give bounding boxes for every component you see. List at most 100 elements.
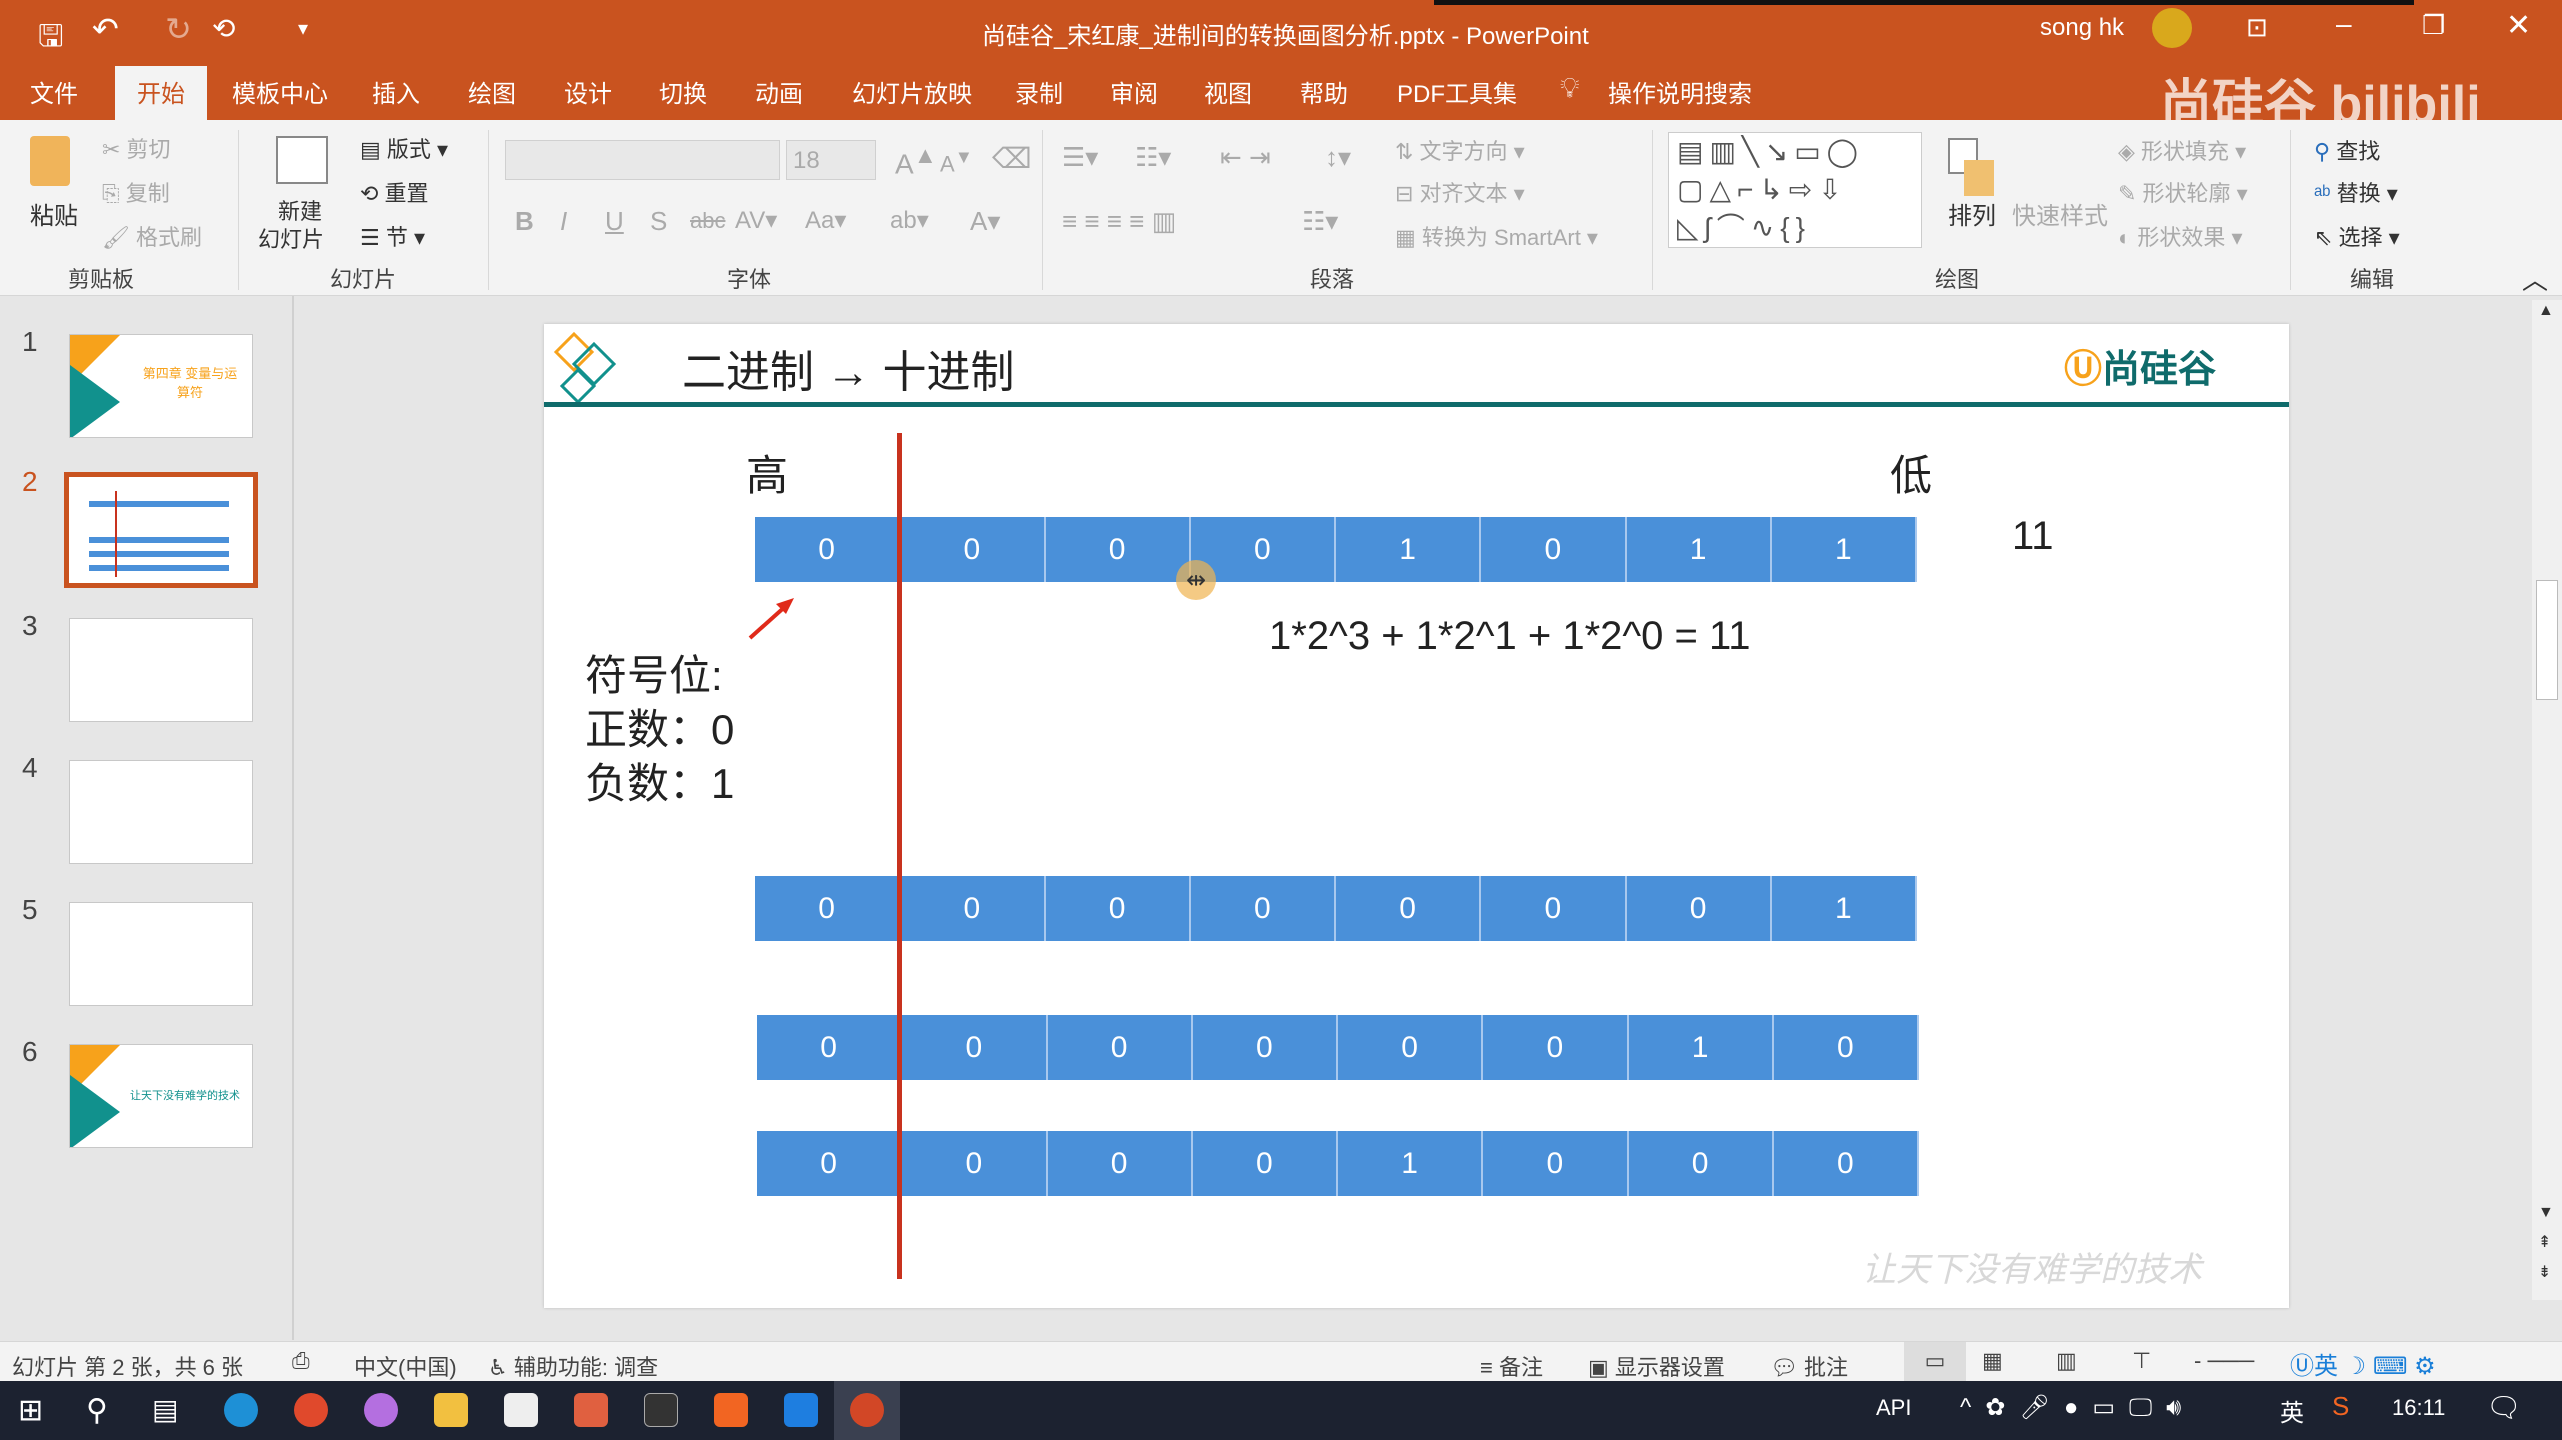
text-direction-button[interactable]: ⇅ 文字方向 ▾: [1395, 134, 1525, 166]
bit-row[interactable]: 00001011: [755, 517, 1917, 582]
collapse-ribbon-icon[interactable]: ︿: [2522, 260, 2548, 297]
ime-toolbar[interactable]: Ⓤ英 ☽ ⌨ ⚙: [2290, 1346, 2436, 1381]
terminal-icon[interactable]: [644, 1393, 678, 1427]
edge-icon[interactable]: [224, 1393, 258, 1427]
tab-review[interactable]: 审阅: [1110, 74, 1158, 109]
smartart-button[interactable]: ▦ 转换为 SmartArt ▾: [1395, 220, 1598, 252]
spellcheck-icon[interactable]: ⎙: [292, 1348, 310, 1374]
bit-cell[interactable]: 0: [757, 1131, 903, 1196]
chrome-icon[interactable]: [294, 1393, 328, 1427]
align-icons[interactable]: ≡ ≡ ≡ ≡ ▥: [1062, 206, 1176, 237]
bit-cell[interactable]: 0: [1481, 876, 1627, 941]
clock[interactable]: 16:11: [2392, 1395, 2445, 1421]
bit-cell[interactable]: 0: [1481, 517, 1627, 582]
line-spacing-icon[interactable]: ↕▾: [1325, 142, 1351, 173]
paste-button[interactable]: 粘贴: [30, 196, 78, 231]
slide-thumbnail-3[interactable]: [69, 618, 253, 722]
user-name[interactable]: song hk: [2040, 14, 2124, 42]
align-text-button[interactable]: ⊟ 对齐文本 ▾: [1395, 176, 1525, 208]
bit-cell[interactable]: 0: [1047, 1015, 1193, 1080]
reset-button[interactable]: ⟲ 重置: [360, 176, 429, 208]
bit-cell[interactable]: 1: [1628, 1015, 1774, 1080]
change-case-icon[interactable]: Aa▾: [805, 206, 846, 235]
shapes-gallery[interactable]: ▤▥╲↘▭◯ ▢△⌐↳⇨⇩ ◺ʃ⌒∿{}: [1668, 132, 1922, 248]
zoom-slider[interactable]: - ───: [2194, 1348, 2254, 1374]
tell-me-search[interactable]: 操作说明搜索: [1608, 74, 1752, 109]
redo-icon[interactable]: ↻: [165, 10, 192, 48]
bit-cell[interactable]: 1: [1338, 1131, 1484, 1196]
tab-draw[interactable]: 绘图: [468, 74, 516, 109]
bit-cell[interactable]: 0: [757, 1015, 903, 1080]
font-color-icon[interactable]: A▾: [970, 206, 1000, 237]
bit-row[interactable]: 00000001: [755, 876, 1917, 941]
bit-cell[interactable]: 0: [1045, 876, 1191, 941]
italic-icon[interactable]: I: [560, 206, 567, 237]
sogou-icon[interactable]: S: [2332, 1391, 2349, 1422]
scroll-up-icon[interactable]: ▲: [2538, 302, 2554, 320]
cut-button[interactable]: ✂ 剪切: [102, 132, 171, 164]
bit-cell[interactable]: 0: [1192, 1015, 1338, 1080]
start-slideshow-icon[interactable]: ⟲: [212, 12, 235, 45]
select-button[interactable]: ⇖ 选择 ▾: [2314, 220, 2400, 252]
columns-icon[interactable]: ☷▾: [1302, 206, 1338, 237]
display-settings-button[interactable]: ▣ 显示器设置: [1588, 1350, 1725, 1382]
close-icon[interactable]: ✕: [2506, 8, 2531, 43]
language-indicator[interactable]: 中文(中国): [354, 1350, 457, 1382]
slide-sorter-icon[interactable]: ▦: [1982, 1348, 2003, 1374]
windows-start-icon[interactable]: ⊞: [18, 1393, 43, 1428]
app-icon[interactable]: [714, 1393, 748, 1427]
tab-slideshow[interactable]: 幻灯片放映: [852, 74, 972, 109]
ime-indicator[interactable]: 英: [2280, 1393, 2304, 1428]
system-tray-icons[interactable]: ^✿🎤︎●▭🖵🔊︎: [1960, 1393, 2195, 1422]
shape-outline-button[interactable]: ✎ 形状轮廓 ▾: [2118, 176, 2248, 208]
bit-cell[interactable]: 0: [902, 1015, 1048, 1080]
bit-row[interactable]: 00000010: [757, 1015, 1919, 1080]
bullets-icon[interactable]: ☰▾: [1062, 142, 1098, 173]
bit-cell[interactable]: 1: [1771, 517, 1917, 582]
restore-icon[interactable]: ❐: [2422, 10, 2445, 41]
tab-design[interactable]: 设计: [564, 74, 612, 109]
search-icon[interactable]: ⚲: [86, 1393, 108, 1428]
notes-button[interactable]: ≡ 备注: [1480, 1350, 1543, 1382]
bit-cell[interactable]: 0: [1626, 876, 1772, 941]
avatar[interactable]: [2152, 8, 2192, 48]
tab-file[interactable]: 文件: [30, 74, 78, 109]
bit-cell[interactable]: 0: [900, 517, 1046, 582]
tab-transitions[interactable]: 切换: [659, 74, 707, 109]
bit-cell[interactable]: 0: [755, 517, 901, 582]
bit-cell[interactable]: 1: [1626, 517, 1772, 582]
customize-toolbar-icon[interactable]: ▾: [298, 16, 308, 41]
slide-thumbnail-4[interactable]: [69, 760, 253, 864]
slide-thumbnail-2[interactable]: [64, 472, 258, 588]
ribbon-display-icon[interactable]: ⊡: [2246, 12, 2268, 43]
strikethrough-icon[interactable]: abc: [690, 208, 725, 234]
notification-icon[interactable]: 🗨︎: [2486, 1391, 2522, 1424]
replace-button[interactable]: ᵃᵇ 替换 ▾: [2314, 176, 2398, 208]
tab-record[interactable]: 录制: [1015, 74, 1063, 109]
clear-formatting-icon[interactable]: ⌫: [992, 142, 1032, 175]
slide-thumbnail-6[interactable]: 让天下没有难学的技术: [69, 1044, 253, 1148]
copy-button[interactable]: ⎘ 复制: [102, 176, 170, 208]
numbering-icon[interactable]: ☷▾: [1135, 142, 1171, 173]
accessibility-button[interactable]: ♿︎ 辅助功能: 调查: [488, 1350, 658, 1382]
powerpoint-taskbar-button[interactable]: [834, 1381, 900, 1440]
shape-fill-button[interactable]: ◈ 形状填充 ▾: [2118, 134, 2246, 166]
tab-pdf-tools[interactable]: PDF工具集: [1397, 74, 1517, 109]
bit-cell[interactable]: 0: [1190, 876, 1336, 941]
increase-font-icon[interactable]: A▲: [895, 142, 937, 180]
slide-thumbnail-1[interactable]: 第四章 变量与运算符: [69, 334, 253, 438]
app-icon[interactable]: [784, 1393, 818, 1427]
bold-icon[interactable]: B: [515, 206, 534, 237]
browser-icon[interactable]: [364, 1393, 398, 1427]
bit-cell[interactable]: 0: [900, 876, 1046, 941]
bit-cell[interactable]: 0: [1338, 1015, 1484, 1080]
sign-bit-line[interactable]: [897, 433, 902, 1279]
underline-icon[interactable]: U: [605, 206, 624, 237]
bit-row[interactable]: 00001000: [757, 1131, 1919, 1196]
file-explorer-icon[interactable]: [434, 1393, 468, 1427]
slideshow-view-icon[interactable]: ⊤: [2132, 1348, 2151, 1374]
slide-canvas[interactable]: 二进制 → 十进制 Ⓤ尚硅谷 高 低 000010110000000100000…: [544, 324, 2289, 1308]
save-icon[interactable]: 🖫: [38, 14, 64, 65]
tab-insert[interactable]: 插入: [372, 74, 420, 109]
bit-cell[interactable]: 1: [1336, 517, 1482, 582]
